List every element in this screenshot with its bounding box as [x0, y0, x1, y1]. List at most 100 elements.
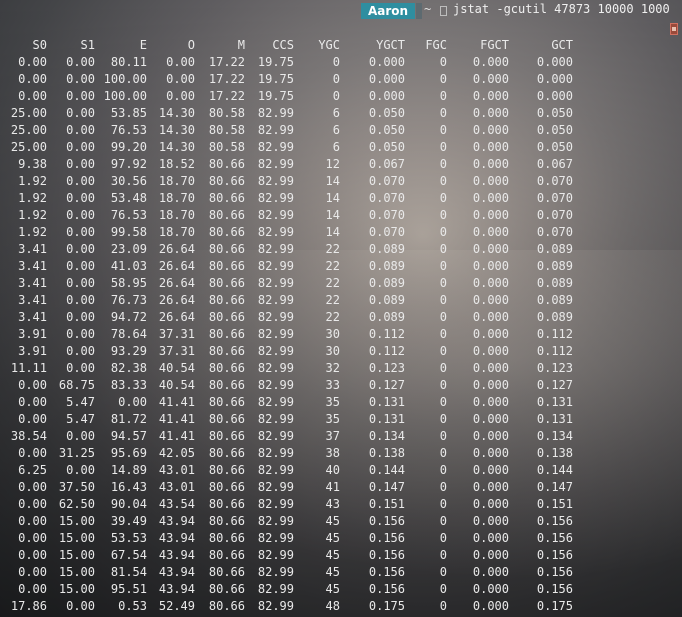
table-cell-m: 80.66 — [208, 565, 245, 579]
table-cell-s1: 5.47 — [66, 395, 95, 409]
table-cell-s0: 3.41 — [18, 259, 47, 273]
table-cell-o: 41.41 — [158, 395, 195, 409]
table-cell-ygct: 0.089 — [368, 242, 405, 256]
table-row: 0.00 62.50 90.04 43.54 80.66 82.99 43 0.151 0 0.0… — [0, 496, 573, 513]
table-cell-fgc: 0 — [439, 565, 447, 579]
table-cell-s1: 0.00 — [66, 599, 95, 613]
table-cell-fgc: 0 — [439, 55, 447, 69]
table-cell-ccs: 82.99 — [257, 344, 294, 358]
table-cell-o: 43.94 — [158, 582, 195, 596]
table-cell-fgct: 0.000 — [472, 548, 509, 562]
table-cell-ccs: 82.99 — [257, 361, 294, 375]
table-cell-fgct: 0.000 — [472, 344, 509, 358]
table-cell-s1: 0.00 — [66, 225, 95, 239]
table-cell-gct: 0.089 — [536, 310, 573, 324]
table-cell-ygc: 22 — [325, 310, 340, 324]
table-cell-o: 43.01 — [158, 480, 195, 494]
column-header: GCT — [551, 38, 573, 52]
table-row: 0.00 0.00 100.00 0.00 17.22 19.75 0 0.000 0 0.000… — [0, 88, 573, 105]
table-row: 38.54 0.00 94.57 41.41 80.66 82.99 37 0.134 0 0.0… — [0, 428, 573, 445]
table-cell-m: 80.66 — [208, 531, 245, 545]
table-cell-fgc: 0 — [439, 208, 447, 222]
table-cell-ygct: 0.156 — [368, 582, 405, 596]
table-cell-fgct: 0.000 — [472, 191, 509, 205]
table-cell-gct: 0.134 — [536, 429, 573, 443]
table-cell-o: 0.00 — [166, 55, 195, 69]
table-cell-fgc: 0 — [439, 293, 447, 307]
table-cell-s1: 62.50 — [58, 497, 95, 511]
table-cell-s1: 0.00 — [66, 344, 95, 358]
table-cell-ccs: 82.99 — [257, 293, 294, 307]
table-cell-ccs: 82.99 — [257, 225, 294, 239]
table-cell-gct: 0.070 — [536, 208, 573, 222]
table-cell-ygc: 43 — [325, 497, 340, 511]
table-cell-fgc: 0 — [439, 361, 447, 375]
table-cell-s1: 0.00 — [66, 429, 95, 443]
table-cell-s1: 0.00 — [66, 361, 95, 375]
table-cell-fgct: 0.000 — [472, 327, 509, 341]
column-header: YGCT — [376, 38, 405, 52]
table-cell-m: 80.66 — [208, 378, 245, 392]
table-cell-ygc: 6 — [332, 140, 340, 154]
table-cell-fgct: 0.000 — [472, 514, 509, 528]
table-row: 17.86 0.00 0.53 52.49 80.66 82.99 48 0.175 0 0.00… — [0, 598, 573, 615]
table-cell-fgct: 0.000 — [472, 208, 509, 222]
table-cell-fgc: 0 — [439, 106, 447, 120]
table-cell-gct: 0.089 — [536, 293, 573, 307]
table-cell-gct: 0.123 — [536, 361, 573, 375]
table-cell-ygc: 14 — [325, 174, 340, 188]
table-cell-o: 43.01 — [158, 463, 195, 477]
scroll-marker-icon — [670, 23, 678, 35]
table-cell-ygct: 0.123 — [368, 361, 405, 375]
table-cell-ygct: 0.112 — [368, 344, 405, 358]
table-row: 25.00 0.00 99.20 14.30 80.58 82.99 6 0.050 0 0.00… — [0, 139, 573, 156]
table-cell-ygct: 0.156 — [368, 565, 405, 579]
table-cell-fgct: 0.000 — [472, 72, 509, 86]
table-cell-ygc: 14 — [325, 208, 340, 222]
table-cell-gct: 0.112 — [536, 327, 573, 341]
table-cell-fgct: 0.000 — [472, 106, 509, 120]
table-cell-s1: 0.00 — [66, 327, 95, 341]
table-cell-gct: 0.070 — [536, 174, 573, 188]
table-cell-m: 80.58 — [208, 123, 245, 137]
table-cell-ccs: 82.99 — [257, 106, 294, 120]
table-cell-s1: 5.47 — [66, 412, 95, 426]
table-cell-s0: 0.00 — [18, 72, 47, 86]
table-cell-fgct: 0.000 — [472, 395, 509, 409]
table-cell-gct: 0.050 — [536, 140, 573, 154]
table-cell-fgct: 0.000 — [472, 174, 509, 188]
header-row: S0 S1 E O M CCS YGC YGCT FGC FGCT GCT — [0, 37, 573, 54]
table-cell-e: 53.53 — [110, 531, 147, 545]
table-cell-s0: 0.00 — [18, 565, 47, 579]
table-cell-fgct: 0.000 — [472, 565, 509, 579]
table-cell-o: 43.94 — [158, 548, 195, 562]
table-cell-ygc: 14 — [325, 191, 340, 205]
table-cell-ccs: 82.99 — [257, 429, 294, 443]
table-cell-fgc: 0 — [439, 548, 447, 562]
table-cell-ygct: 0.050 — [368, 140, 405, 154]
table-cell-fgct: 0.000 — [472, 480, 509, 494]
table-row: 11.11 0.00 82.38 40.54 80.66 82.99 32 0.123 0 0.0… — [0, 360, 573, 377]
table-cell-s1: 15.00 — [58, 514, 95, 528]
table-cell-ccs: 82.99 — [257, 157, 294, 171]
table-cell-fgc: 0 — [439, 140, 447, 154]
table-row: 1.92 0.00 76.53 18.70 80.66 82.99 14 0.070 0 0.00… — [0, 207, 573, 224]
table-cell-s1: 0.00 — [66, 310, 95, 324]
table-cell-o: 40.54 — [158, 361, 195, 375]
table-row: 0.00 15.00 53.53 43.94 80.66 82.99 45 0.156 0 0.0… — [0, 530, 573, 547]
table-cell-o: 18.52 — [158, 157, 195, 171]
table-cell-s1: 0.00 — [66, 293, 95, 307]
table-cell-ygct: 0.131 — [368, 395, 405, 409]
table-cell-gct: 0.089 — [536, 242, 573, 256]
table-cell-s0: 0.00 — [18, 497, 47, 511]
table-cell-ccs: 82.99 — [257, 497, 294, 511]
table-cell-ygct: 0.138 — [368, 446, 405, 460]
table-cell-gct: 0.089 — [536, 276, 573, 290]
table-cell-m: 80.66 — [208, 361, 245, 375]
jstat-output[interactable]: S0 S1 E O M CCS YGC YGCT FGC FGCT GCT 0.… — [0, 37, 573, 615]
table-cell-fgct: 0.000 — [472, 140, 509, 154]
table-cell-s1: 37.50 — [58, 480, 95, 494]
table-cell-fgct: 0.000 — [472, 599, 509, 613]
table-cell-s1: 0.00 — [66, 463, 95, 477]
table-cell-ygct: 0.089 — [368, 276, 405, 290]
